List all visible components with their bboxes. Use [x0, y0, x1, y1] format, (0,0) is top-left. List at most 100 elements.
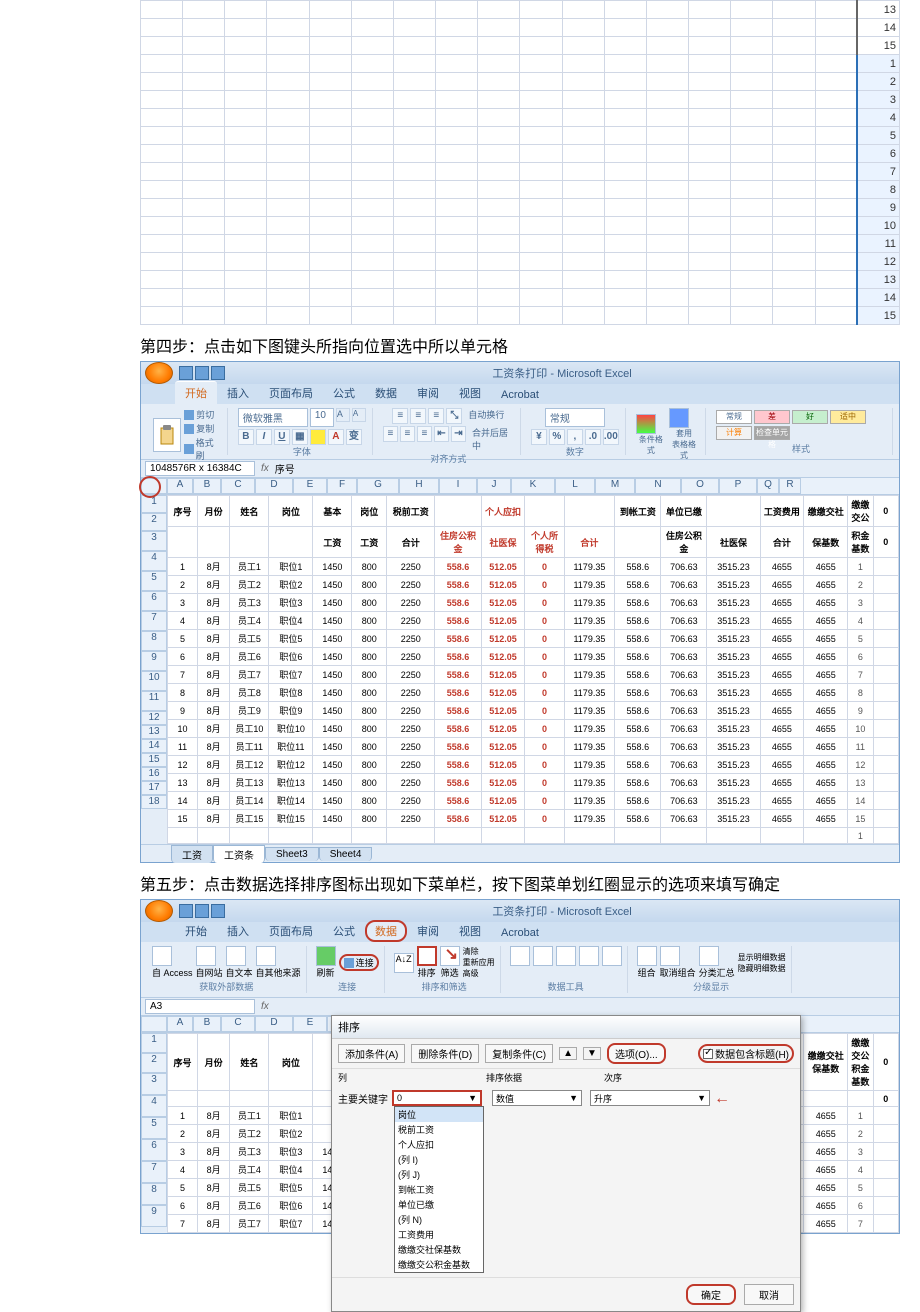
sheet-tab-1[interactable]: 工资 [171, 845, 213, 863]
col-header-F[interactable]: F [327, 478, 357, 494]
office-button-2[interactable] [145, 900, 173, 922]
fx-icon-2[interactable]: fx [261, 1001, 269, 1012]
col-header-D[interactable]: D [255, 478, 293, 494]
cond-format-icon[interactable] [636, 414, 656, 434]
tab-data-2[interactable]: 数据 [365, 920, 407, 942]
col-header-Q[interactable]: Q [757, 478, 779, 494]
clear-filter[interactable]: 清除 [463, 946, 495, 957]
col-header-H[interactable]: H [399, 478, 439, 494]
consolidate-icon[interactable] [579, 946, 599, 966]
underline-button[interactable]: U [274, 429, 290, 445]
col-header-J[interactable]: J [477, 478, 511, 494]
save-icon[interactable] [179, 366, 193, 380]
indent-dec-icon[interactable]: ⇤ [434, 426, 449, 442]
dropdown-option[interactable]: 到帐工资 [395, 1182, 483, 1197]
col-header-R[interactable]: R [779, 478, 801, 494]
border-button[interactable]: ▦ [292, 429, 308, 445]
col-header-A[interactable]: A [167, 1016, 193, 1032]
italic-button[interactable]: I [256, 429, 272, 445]
font-color-button[interactable]: A [328, 429, 344, 445]
save-icon[interactable] [179, 904, 193, 918]
has-header-checkbox[interactable]: 数据包含标题(H) [698, 1044, 794, 1063]
align-left-icon[interactable]: ≡ [383, 426, 398, 442]
text-to-columns-icon[interactable] [510, 946, 530, 966]
data-validation-icon[interactable] [556, 946, 576, 966]
dropdown-option[interactable]: 单位已缴 [395, 1197, 483, 1212]
phonetic-button[interactable]: 变 [346, 429, 362, 445]
dropdown-option[interactable]: 缴缴交社保基数 [395, 1242, 483, 1257]
align-mid-icon[interactable]: ≡ [410, 408, 426, 424]
from-text-icon[interactable] [226, 946, 246, 966]
col-header-L[interactable]: L [555, 478, 595, 494]
options-button[interactable]: 选项(O)... [607, 1043, 666, 1064]
shrink-font-icon[interactable]: A [352, 408, 366, 422]
format-painter-button[interactable]: 格式刷 [184, 436, 221, 462]
col-header-G[interactable]: G [357, 478, 399, 494]
col-header-O[interactable]: O [681, 478, 719, 494]
table-format-icon[interactable] [669, 408, 689, 428]
office-button[interactable] [145, 362, 173, 384]
name-box[interactable]: 1048576R x 16384C [145, 461, 255, 476]
fx-icon[interactable]: fx [261, 463, 269, 474]
connections-icon[interactable] [344, 958, 354, 968]
col-header-E[interactable]: E [293, 1016, 327, 1032]
delete-condition-button[interactable]: 删除条件(D) [411, 1044, 479, 1063]
tab-acrobat[interactable]: Acrobat [491, 386, 549, 404]
align-bot-icon[interactable]: ≡ [428, 408, 444, 424]
col-header-A[interactable]: A [167, 478, 193, 494]
wrap-text-button[interactable]: 自动换行 [468, 408, 504, 424]
merge-button[interactable]: 合并后居中 [472, 426, 514, 452]
subtotal-icon[interactable] [699, 946, 719, 966]
align-center-icon[interactable]: ≡ [400, 426, 415, 442]
formula-bar[interactable]: 序号 [275, 461, 295, 476]
col-header-E[interactable]: E [293, 478, 327, 494]
tab-data[interactable]: 数据 [365, 382, 407, 404]
undo-icon[interactable] [195, 904, 209, 918]
currency-icon[interactable]: ¥ [531, 429, 547, 445]
paste-button[interactable] [153, 418, 181, 452]
tab-formulas-2[interactable]: 公式 [323, 920, 365, 942]
sheet-tab-2[interactable]: 工资条 [213, 845, 265, 863]
sheet-tab-4[interactable]: Sheet4 [319, 847, 373, 861]
font-name-select[interactable]: 微软雅黑 [238, 408, 308, 427]
dropdown-option[interactable]: (列 N) [395, 1212, 483, 1227]
dropdown-option[interactable]: 缴缴交公积金基数 [395, 1257, 483, 1272]
fill-color-button[interactable] [310, 429, 326, 445]
col-header-C[interactable]: C [221, 1016, 255, 1032]
dec-decimal-icon[interactable]: .00 [603, 429, 619, 445]
sort-order-dropdown[interactable]: 升序▼ [590, 1090, 710, 1106]
sort-az-icon[interactable]: A↓Z [394, 953, 414, 973]
sort-button[interactable] [417, 946, 437, 966]
tab-home[interactable]: 开始 [175, 381, 217, 404]
col-header-N[interactable]: N [635, 478, 681, 494]
refresh-icon[interactable] [316, 946, 336, 966]
ungroup-icon[interactable] [660, 946, 680, 966]
undo-icon[interactable] [195, 366, 209, 380]
select-all-corner[interactable] [141, 478, 167, 494]
copy-button[interactable]: 复制 [184, 422, 221, 435]
reapply-filter[interactable]: 重新应用 [463, 957, 495, 968]
sheet-tab-3[interactable]: Sheet3 [265, 847, 319, 861]
add-condition-button[interactable]: 添加条件(A) [338, 1044, 405, 1063]
col-header-P[interactable]: P [719, 478, 757, 494]
from-access-icon[interactable] [152, 946, 172, 966]
tab-insert[interactable]: 插入 [217, 382, 259, 404]
col-header-M[interactable]: M [595, 478, 635, 494]
col-header-C[interactable]: C [221, 478, 255, 494]
sort-column-dropdown[interactable]: 0 ▼ [392, 1090, 482, 1106]
group-icon[interactable] [637, 946, 657, 966]
number-format-select[interactable]: 常规 [545, 408, 605, 427]
col-header-D[interactable]: D [255, 1016, 293, 1032]
percent-icon[interactable]: % [549, 429, 565, 445]
cut-button[interactable]: 剪切 [184, 408, 221, 421]
whatif-icon[interactable] [602, 946, 622, 966]
inc-decimal-icon[interactable]: .0 [585, 429, 601, 445]
tab-insert-2[interactable]: 插入 [217, 920, 259, 942]
align-top-icon[interactable]: ≡ [392, 408, 408, 424]
col-header-I[interactable]: I [439, 478, 477, 494]
advanced-filter[interactable]: 高级 [463, 968, 495, 979]
dropdown-option[interactable]: 岗位 [395, 1107, 483, 1122]
col-header-B[interactable]: B [193, 478, 221, 494]
dropdown-option[interactable]: 个人应扣 [395, 1137, 483, 1152]
tab-review[interactable]: 审阅 [407, 382, 449, 404]
